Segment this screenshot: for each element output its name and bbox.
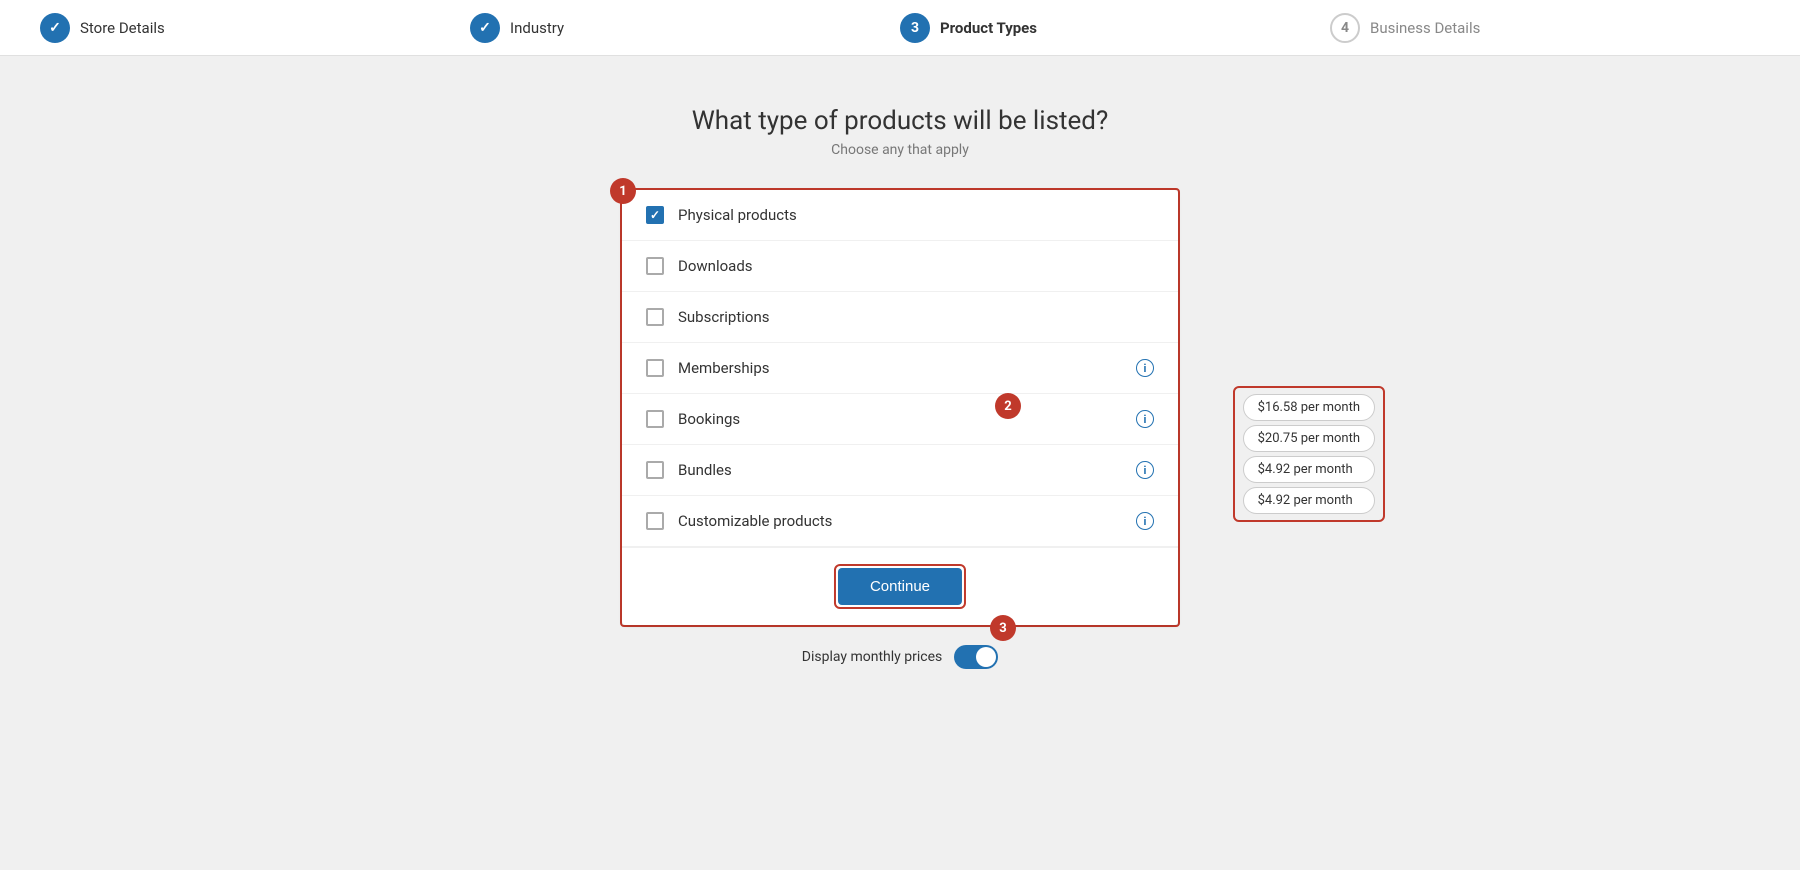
step-industry-label: Industry [510, 19, 564, 37]
step-product-types-label: Product Types [940, 19, 1037, 37]
bundles-label: Bundles [678, 461, 1128, 479]
step-business-details-circle: 4 [1330, 13, 1360, 43]
step-store-details-label: Store Details [80, 19, 165, 37]
page-subtitle: Choose any that apply [831, 142, 969, 158]
card-area: 1 2 Physical products Downloads Su [620, 188, 1180, 627]
stepper: ✓ Store Details ✓ Industry 3 Product Typ… [0, 0, 1800, 56]
memberships-label: Memberships [678, 359, 1128, 377]
step-store-details: ✓ Store Details [40, 13, 470, 43]
product-item-subscriptions[interactable]: Subscriptions [622, 292, 1178, 343]
price-pill-memberships[interactable]: $16.58 per month [1243, 394, 1375, 421]
checkbox-bundles[interactable] [646, 461, 664, 479]
product-item-physical[interactable]: Physical products [622, 190, 1178, 241]
product-item-downloads[interactable]: Downloads [622, 241, 1178, 292]
continue-btn-border: Continue [834, 564, 966, 609]
bookings-label: Bookings [678, 410, 1128, 428]
product-item-customizable[interactable]: Customizable products i [622, 496, 1178, 547]
step-product-types: 3 Product Types [900, 13, 1330, 43]
annotation-badge-3: 3 [990, 615, 1016, 641]
step-industry: ✓ Industry [470, 13, 900, 43]
product-item-memberships[interactable]: Memberships i [622, 343, 1178, 394]
annotation-badge-1: 1 [610, 178, 636, 204]
step-store-details-circle: ✓ [40, 13, 70, 43]
checkbox-subscriptions[interactable] [646, 308, 664, 326]
checkbox-bookings[interactable] [646, 410, 664, 428]
toggle-label: Display monthly prices [802, 649, 942, 665]
step-business-details: 4 Business Details [1330, 13, 1760, 43]
continue-section: Continue [622, 547, 1178, 625]
product-list-card: Physical products Downloads Subscription… [620, 188, 1180, 627]
main-content: What type of products will be listed? Ch… [0, 56, 1800, 669]
annotation-badge-2: 2 [995, 393, 1021, 419]
product-item-bookings[interactable]: Bookings i [622, 394, 1178, 445]
step-product-types-circle: 3 [900, 13, 930, 43]
footer-toggle: Display monthly prices [802, 645, 998, 669]
monthly-prices-toggle[interactable] [954, 645, 998, 669]
page-title: What type of products will be listed? [692, 106, 1109, 136]
downloads-label: Downloads [678, 257, 1154, 275]
product-list: Physical products Downloads Subscription… [622, 190, 1178, 625]
prices-box: $16.58 per month $20.75 per month $4.92 … [1233, 386, 1385, 522]
customizable-label: Customizable products [678, 512, 1128, 530]
physical-label: Physical products [678, 206, 1154, 224]
price-pill-bookings[interactable]: $20.75 per month [1243, 425, 1375, 452]
info-icon-bundles[interactable]: i [1136, 461, 1154, 479]
info-icon-memberships[interactable]: i [1136, 359, 1154, 377]
info-icon-customizable[interactable]: i [1136, 512, 1154, 530]
subscriptions-label: Subscriptions [678, 308, 1154, 326]
step-industry-circle: ✓ [470, 13, 500, 43]
info-icon-bookings[interactable]: i [1136, 410, 1154, 428]
checkbox-memberships[interactable] [646, 359, 664, 377]
product-item-bundles[interactable]: Bundles i [622, 445, 1178, 496]
checkbox-customizable[interactable] [646, 512, 664, 530]
continue-btn-wrapper: Continue [834, 564, 966, 609]
step-business-details-label: Business Details [1370, 19, 1480, 37]
checkbox-physical[interactable] [646, 206, 664, 224]
checkbox-downloads[interactable] [646, 257, 664, 275]
price-pill-customizable[interactable]: $4.92 per month [1243, 487, 1375, 514]
continue-button[interactable]: Continue [838, 568, 962, 605]
price-pill-bundles[interactable]: $4.92 per month [1243, 456, 1375, 483]
